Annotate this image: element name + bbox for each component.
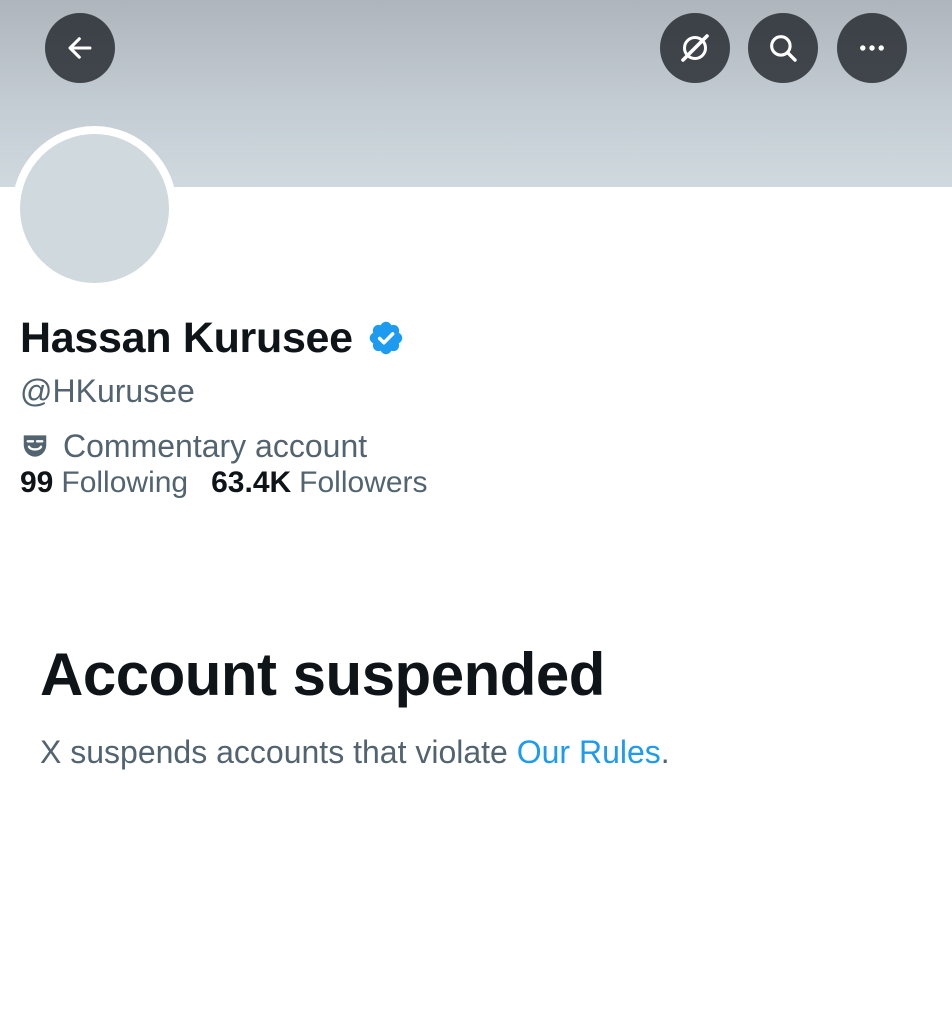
- search-icon: [770, 35, 797, 62]
- following-link[interactable]: 99 Following: [20, 466, 188, 500]
- avatar-ring: [12, 126, 177, 291]
- follow-stats: 99 Following 63.4K Followers: [20, 466, 428, 500]
- more-horizontal-icon: [860, 45, 884, 51]
- arrow-left-icon: [68, 37, 92, 59]
- suspension-message-text: X suspends accounts that violate: [40, 734, 517, 770]
- followers-link[interactable]: 63.4K Followers: [211, 466, 427, 500]
- followers-label: Followers: [299, 466, 428, 499]
- masks-icon: [23, 435, 47, 457]
- name-row: Hassan Kurusee: [20, 309, 405, 367]
- more-button[interactable]: [837, 13, 907, 83]
- following-label: Following: [61, 466, 189, 499]
- grok-button[interactable]: [660, 13, 730, 83]
- search-button[interactable]: [748, 13, 818, 83]
- suspension-message: X suspends accounts that violate Our Rul…: [40, 734, 670, 771]
- our-rules-link[interactable]: Our Rules: [517, 734, 661, 770]
- profile-handle: @HKurusee: [20, 373, 195, 409]
- suspension-message-period: .: [660, 734, 670, 770]
- avatar[interactable]: [20, 134, 169, 283]
- display-name: Hassan Kurusee: [20, 313, 353, 362]
- following-count: 99: [20, 466, 54, 499]
- followers-count: 63.4K: [211, 466, 292, 499]
- grok-icon: [681, 34, 709, 62]
- verified-badge-icon[interactable]: [367, 319, 405, 357]
- suspension-title: Account suspended: [40, 641, 605, 708]
- account-label[interactable]: Commentary account: [20, 425, 367, 467]
- account-label-text: Commentary account: [63, 427, 368, 464]
- back-button[interactable]: [45, 13, 115, 83]
